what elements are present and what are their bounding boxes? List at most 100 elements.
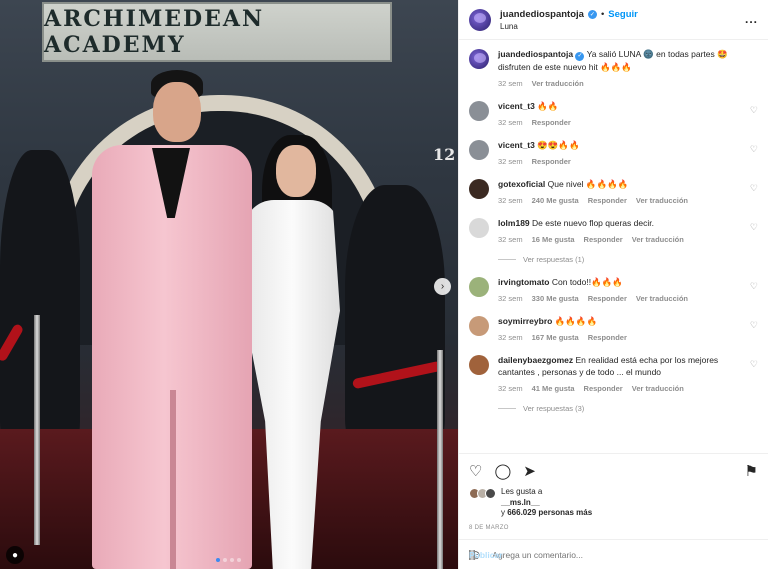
reply-button[interactable]: Responder [584, 234, 623, 246]
caption-body: juandediospantoja ✓ Ya salió LUNA 🌚 en t… [498, 48, 758, 90]
liker-avatars [469, 488, 496, 499]
post-photo[interactable]: ARCHIMEDEAN ACADEMY 12 › ● [0, 0, 458, 569]
comment-like-heart-icon[interactable]: ♡ [750, 281, 758, 292]
comment: vicent_t3 😍😍🔥🔥 32 sem Responder ♡ [469, 139, 758, 168]
carousel-next-button[interactable]: › [434, 278, 451, 295]
commenter-avatar[interactable] [469, 276, 489, 297]
commenter-username[interactable]: lolm189 [498, 218, 530, 228]
comment-meta: 32 sem 240 Me gusta Responder Ver traducció… [498, 195, 740, 207]
commenter-avatar[interactable] [469, 315, 489, 336]
comment: daileny​baezgomez En realidad está echa … [469, 354, 758, 415]
comment-body: irvingtomato Con todo!!🔥🔥🔥 32 sem 330 Me … [498, 276, 758, 305]
verified-badge-icon: ✓ [575, 51, 585, 61]
translate-link[interactable]: Ver traducción [632, 234, 684, 246]
post-modal: ARCHIMEDEAN ACADEMY 12 › ● juandediospan… [0, 0, 768, 569]
commenter-username[interactable]: gotexoficial [498, 179, 545, 189]
caption-meta: 32 sem Ver traducción [498, 78, 740, 90]
comment: irvingtomato Con todo!!🔥🔥🔥 32 sem 330 Me … [469, 276, 758, 305]
commenter-avatar[interactable] [469, 217, 489, 238]
comment-text: 😍😍🔥🔥 [537, 139, 580, 150]
more-options-icon[interactable]: ... [745, 12, 758, 26]
reply-button[interactable]: Responder [588, 332, 627, 344]
comments-list[interactable]: juandediospantoja ✓ Ya salió LUNA 🌚 en t… [459, 40, 768, 453]
comment-input[interactable] [492, 549, 758, 560]
sign-text: ARCHIMEDEAN ACADEMY [44, 6, 265, 58]
comment-like-heart-icon[interactable]: ♡ [750, 222, 758, 233]
reply-button[interactable]: Responder [588, 195, 627, 207]
follow-button[interactable]: Seguir [608, 9, 638, 20]
comment-time: 32 sem [498, 117, 523, 127]
comment-rows: vicent_t3 🔥🔥 32 sem Responder ♡ vicent_t3… [469, 100, 758, 415]
caption-translate-link[interactable]: Ver traducción [532, 78, 584, 90]
wall-number: 12 [433, 145, 456, 164]
commenter-username[interactable]: vicent_t3 [498, 101, 535, 111]
comment: vicent_t3 🔥🔥 32 sem Responder ♡ [469, 100, 758, 129]
commenter-avatar[interactable] [469, 178, 489, 199]
comment-like-heart-icon[interactable]: ♡ [750, 144, 758, 155]
comment-text-line: gotexoficial Que nivel 🔥🔥🔥🔥 [498, 178, 740, 190]
share-icon[interactable]: ➤ [523, 462, 536, 480]
likes-joiner: y [501, 508, 505, 517]
reply-button[interactable]: Responder [584, 383, 623, 395]
comment-body: daileny​baezgomez En realidad está echa … [498, 354, 758, 415]
comment-text-line: vicent_t3 🔥🔥 [498, 100, 740, 112]
bookmark-icon[interactable]: ⚑ [745, 462, 758, 480]
comment-text: De este nuevo flop queras decir. [532, 217, 654, 228]
caption-avatar[interactable] [469, 49, 489, 69]
likes-count[interactable]: 666.029 personas más [507, 508, 592, 517]
comment-like-heart-icon[interactable]: ♡ [750, 183, 758, 194]
translate-link[interactable]: Ver traducción [636, 195, 688, 207]
likes-prefix: Les gusta a [501, 487, 543, 496]
comment-likes[interactable]: 240 Me gusta [532, 195, 579, 207]
comment: lolm189 De este nuevo flop queras decir.… [469, 217, 758, 266]
likes-user[interactable]: __ms.ln__ [501, 498, 540, 507]
commenter-username[interactable]: soymirreybro [498, 316, 552, 326]
heart-icon[interactable]: ♡ [469, 462, 482, 480]
view-replies-button[interactable]: Ver respuestas (1) [498, 254, 740, 266]
comment-like-heart-icon[interactable]: ♡ [750, 359, 758, 370]
comment-meta: 32 sem 167 Me gusta Responder [498, 332, 740, 344]
carousel-dot [216, 558, 220, 562]
translate-link[interactable]: Ver traducción [636, 293, 688, 305]
comment-likes[interactable]: 41 Me gusta [532, 383, 575, 395]
comment-body: gotexoficial Que nivel 🔥🔥🔥🔥 32 sem 240 Me… [498, 178, 758, 207]
comment-meta: 32 sem 16 Me gusta Responder Ver traducción [498, 234, 740, 246]
reply-button[interactable]: Responder [532, 117, 571, 129]
caption-username[interactable]: juandediospantoja [498, 49, 573, 59]
verified-badge-icon: ✓ [587, 9, 597, 19]
comment-like-heart-icon[interactable]: ♡ [750, 320, 758, 331]
tagged-user-button[interactable]: ● [6, 546, 24, 564]
woman-face [276, 145, 316, 197]
reply-button[interactable]: Responder [588, 293, 627, 305]
translate-link[interactable]: Ver traducción [632, 383, 684, 395]
commenter-username[interactable]: vicent_t3 [498, 140, 535, 150]
commenter-avatar[interactable] [469, 139, 489, 160]
comment-text: Con todo!!🔥🔥🔥 [551, 276, 623, 287]
chevron-right-icon: › [440, 281, 445, 292]
comment-text-line: vicent_t3 😍😍🔥🔥 [498, 139, 740, 151]
carousel-dot [223, 558, 227, 562]
view-replies-button[interactable]: Ver respuestas (3) [498, 403, 740, 415]
reply-button[interactable]: Responder [532, 156, 571, 168]
comment-meta: 32 sem Responder [498, 117, 740, 129]
author-username[interactable]: juandediospantoja [500, 9, 584, 20]
commenter-avatar[interactable] [469, 354, 489, 375]
commenter-avatar[interactable] [469, 100, 489, 121]
suit-leg-gap [170, 390, 176, 569]
academy-sign: ARCHIMEDEAN ACADEMY [42, 2, 392, 62]
commenter-username[interactable]: daileny​baezgomez [498, 355, 573, 365]
comment-icon[interactable]: ◯ [494, 462, 511, 480]
comment-likes[interactable]: 167 Me gusta [532, 332, 579, 344]
post-comment-button[interactable]: Publicar [469, 549, 503, 560]
stanchion-left [34, 315, 40, 545]
commenter-username[interactable]: irvingtomato [498, 277, 549, 287]
comment-likes[interactable]: 16 Me gusta [532, 234, 575, 246]
comment-likes[interactable]: 330 Me gusta [532, 293, 579, 305]
author-avatar[interactable] [469, 8, 491, 31]
man-face [153, 82, 201, 142]
post-location[interactable]: Luna [500, 22, 638, 31]
comment-like-heart-icon[interactable]: ♡ [750, 105, 758, 116]
comment: soymirreybro 🔥🔥🔥🔥 32 sem 167 Me gusta Resp… [469, 315, 758, 344]
post-date[interactable]: 8 DE MARZO [459, 525, 768, 539]
user-icon: ● [11, 549, 19, 561]
